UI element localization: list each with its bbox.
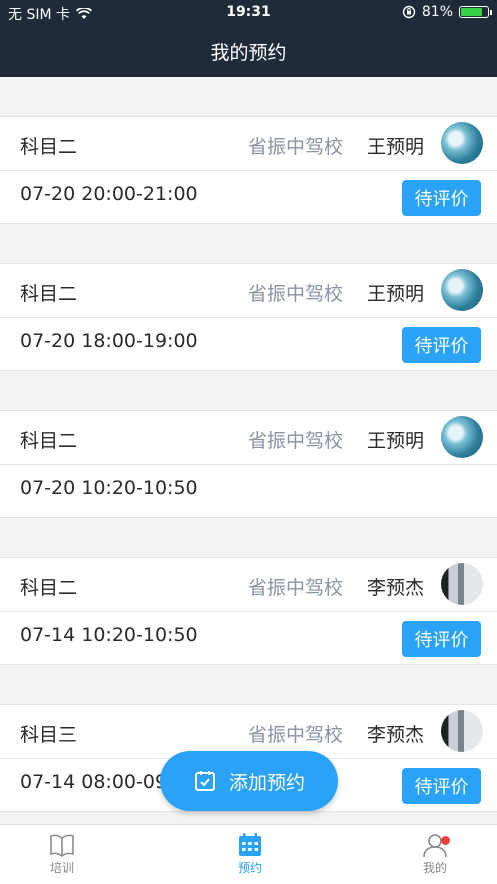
appointment-time-row: 07-20 10:20-10:50 xyxy=(0,464,497,517)
appointment-card[interactable]: 科目二 省振中驾校 王预明 07-20 18:00-19:00 待评价 xyxy=(0,263,497,371)
notification-badge-dot xyxy=(441,836,450,845)
appointment-school: 省振中驾校 xyxy=(247,136,343,158)
appointment-list[interactable]: 科目二 省振中驾校 王预明 07-20 20:00-21:00 待评价 科目二 省振中驾校王… xyxy=(0,77,497,812)
appointment-subject: 科目三 xyxy=(20,724,78,746)
appointment-coach: 李预杰 xyxy=(366,724,424,746)
pending-review-button[interactable]: 待评价 xyxy=(402,327,481,363)
appointment-subject: 科目二 xyxy=(20,136,78,158)
orientation-lock-icon xyxy=(402,5,416,19)
appointment-coach: 李预杰 xyxy=(366,577,424,599)
tab-training-label: 培训 xyxy=(49,861,74,875)
appointment-time: 07-20 10:20-10:50 xyxy=(20,477,198,499)
add-appointment-button[interactable]: 添加预约 xyxy=(160,751,338,811)
nav-bar: 我的预约 xyxy=(0,26,497,77)
appointment-school: 省振中驾校 xyxy=(247,577,343,599)
battery-icon xyxy=(459,6,492,18)
battery-percent: 81% xyxy=(421,4,453,20)
coach-avatar[interactable] xyxy=(441,563,483,605)
appointment-subject: 科目二 xyxy=(20,283,78,305)
status-right: 81% xyxy=(402,4,492,20)
pending-review-button[interactable]: 待评价 xyxy=(402,180,481,216)
appointment-coach: 王预明 xyxy=(366,283,424,305)
appointment-time: 07-20 20:00-21:00 xyxy=(20,183,198,205)
appointment-school: 省振中驾校 xyxy=(247,724,343,746)
tab-appointments[interactable]: 预约 xyxy=(210,831,290,876)
coach-avatar[interactable] xyxy=(441,269,483,311)
page-title: 我的预约 xyxy=(210,42,287,64)
coach-avatar[interactable] xyxy=(441,710,483,752)
appointment-card[interactable]: 科目二 省振中驾校 李预杰 07-14 10:20-10:50 待评价 xyxy=(0,557,497,665)
appointment-card[interactable]: 科目二 省振中驾校 王预明 07-20 20:00-21:00 待评价 xyxy=(0,116,497,224)
calendar-icon xyxy=(239,833,261,856)
appointment-info-row: 科目二 省振中驾校 李预杰 xyxy=(0,558,497,612)
appointment-info-row: 科目二 省振中驾校 王预明 xyxy=(0,411,497,465)
battery-fill xyxy=(461,8,482,16)
tab-training[interactable]: 培训 xyxy=(22,831,102,876)
appointment-card[interactable]: 科目二 省振中驾校 王预明 07-20 10:20-10:50 xyxy=(0,410,497,518)
coach-avatar[interactable] xyxy=(441,122,483,164)
appointment-time: 07-14 10:20-10:50 xyxy=(20,624,198,646)
tab-bar: 培训 预约 我的 xyxy=(0,824,497,884)
battery-cap xyxy=(490,10,492,15)
coach-avatar[interactable] xyxy=(441,416,483,458)
appointment-info-row: 科目二 省振中驾校 王预明 xyxy=(0,117,497,171)
add-appointment-label: 添加预约 xyxy=(228,771,305,794)
tab-mine-label: 我的 xyxy=(422,861,447,875)
appointment-school: 省振中驾校 xyxy=(247,283,343,305)
appointment-coach: 王预明 xyxy=(366,136,424,158)
appointment-school: 省振中驾校 xyxy=(247,430,343,452)
tab-appointments-label: 预约 xyxy=(237,861,262,875)
tab-mine[interactable]: 我的 xyxy=(395,831,475,876)
appointment-time-row: 07-14 10:20-10:50 待评价 xyxy=(0,611,497,664)
appointment-time-row: 07-20 20:00-21:00 待评价 xyxy=(0,170,497,223)
appointment-info-row: 科目二 省振中驾校 王预明 xyxy=(0,264,497,318)
appointment-time-row: 07-20 18:00-19:00 待评价 xyxy=(0,317,497,370)
status-bar: 无 SIM 卡 19:31 81% xyxy=(0,0,497,26)
pending-review-button[interactable]: 待评价 xyxy=(402,768,481,804)
book-icon xyxy=(50,834,74,857)
appointment-subject: 科目二 xyxy=(20,430,78,452)
appointment-time: 07-20 18:00-19:00 xyxy=(20,330,198,352)
pending-review-button[interactable]: 待评价 xyxy=(402,621,481,657)
appointment-subject: 科目二 xyxy=(20,577,78,599)
appointment-coach: 王预明 xyxy=(366,430,424,452)
calendar-check-icon xyxy=(194,771,215,791)
